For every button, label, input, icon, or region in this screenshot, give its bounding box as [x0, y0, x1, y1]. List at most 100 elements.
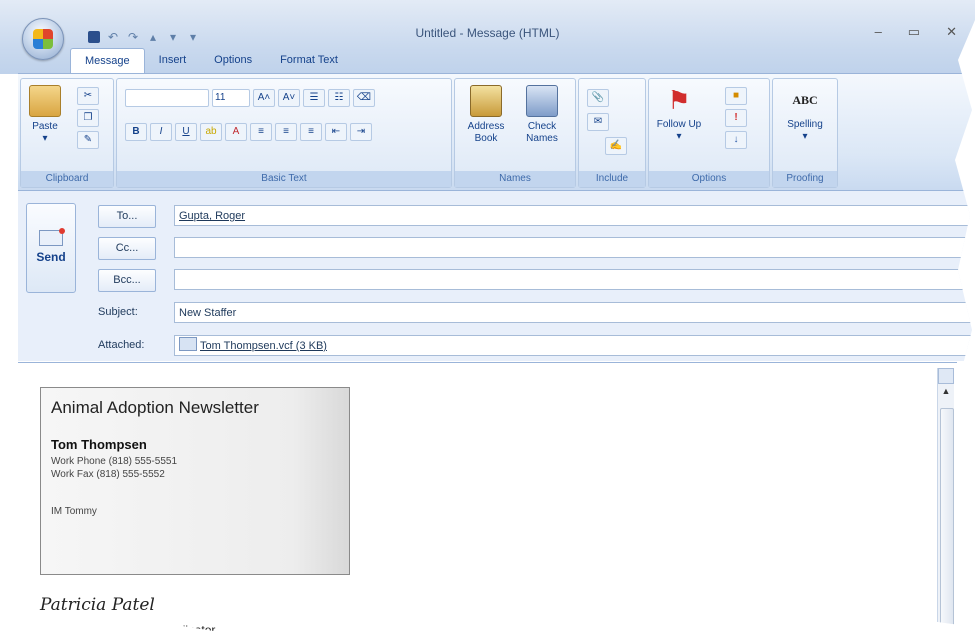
format-row: B I U ab A ≡ ≡ ≡ ⇤ ⇥	[125, 123, 372, 141]
clipboard-small-buttons: ✂ ❐ ✎	[77, 87, 99, 149]
undo-icon[interactable]: ↶	[106, 30, 120, 44]
ribbon-tabs: Message Insert Options Format Text	[70, 48, 352, 73]
card-work-fax: Work Fax (818) 555-5552	[51, 469, 165, 480]
options-small-buttons: ■ ! ↓	[725, 87, 747, 149]
check-names-button[interactable]: Check Names	[517, 85, 567, 145]
customize-toolbar-icon[interactable]: ▾	[186, 30, 200, 44]
grow-font-icon[interactable]: A˄	[253, 89, 275, 107]
include-buttons: 📎 ✉ ✍	[587, 89, 627, 155]
message-body[interactable]: Animal Adoption Newsletter Tom Thompsen …	[18, 362, 957, 640]
signature-title: Assistant Production Coordinator	[40, 623, 216, 637]
tab-insert[interactable]: Insert	[145, 48, 201, 72]
align-center-icon[interactable]: ≡	[275, 123, 297, 141]
proofing-group-label: Proofing	[773, 171, 837, 187]
high-importance-icon[interactable]: !	[725, 109, 747, 127]
attached-field: Tom Thompsen.vcf (3 KB)	[174, 335, 975, 356]
ribbon: Paste▾ ✂ ❐ ✎ Clipboard 11 A˄ A˅ ☰ ☷ ⌫ B	[18, 73, 975, 190]
tab-format-text[interactable]: Format Text	[266, 48, 352, 72]
italic-icon[interactable]: I	[150, 123, 172, 141]
up-arrow-icon[interactable]: ▴	[146, 30, 160, 44]
group-basic-text: 11 A˄ A˅ ☰ ☷ ⌫ B I U ab A ≡ ≡ ≡ ⇤ ⇥ Basi…	[116, 78, 452, 188]
increase-indent-icon[interactable]: ⇥	[350, 123, 372, 141]
highlight-icon[interactable]: ab	[200, 123, 222, 141]
font-name-dropdown[interactable]	[125, 89, 209, 107]
scroll-thumb[interactable]	[940, 408, 954, 630]
bold-icon[interactable]: B	[125, 123, 147, 141]
spelling-button[interactable]: ABC Spelling ▾	[779, 85, 831, 143]
card-work-phone: Work Phone (818) 555-5551	[51, 456, 178, 467]
vertical-scrollbar[interactable]: ▲	[937, 368, 954, 640]
attachment-link[interactable]: Tom Thompsen.vcf (3 KB)	[200, 340, 327, 352]
names-group-label: Names	[455, 171, 575, 187]
paste-label: Paste	[32, 121, 58, 132]
scroll-up-icon[interactable]: ▲	[938, 386, 954, 400]
to-recipient[interactable]: Gupta, Roger	[179, 210, 245, 222]
decrease-indent-icon[interactable]: ⇤	[325, 123, 347, 141]
paste-icon	[29, 85, 61, 117]
to-field[interactable]: Gupta, Roger	[174, 205, 975, 226]
check-names-label: Check Names	[526, 121, 558, 144]
copy-icon[interactable]: ❐	[77, 109, 99, 127]
low-importance-icon[interactable]: ↓	[725, 131, 747, 149]
subject-field[interactable]: New Staffer	[174, 302, 975, 323]
window-controls: – ▭ ✕	[875, 24, 957, 40]
minimize-icon[interactable]: –	[875, 24, 882, 40]
message-header: Send To... Gupta, Roger Cc... Bcc... Sub…	[18, 190, 975, 361]
follow-up-label: Follow Up	[656, 119, 702, 130]
bcc-field[interactable]	[174, 269, 975, 290]
tab-options[interactable]: Options	[200, 48, 266, 72]
address-book-label: Address Book	[467, 121, 505, 144]
attach-file-icon[interactable]: 📎	[587, 89, 609, 107]
send-button[interactable]: Send	[26, 203, 76, 293]
group-options: ⚑ Follow Up ▾ ■ ! ↓ Options	[648, 78, 770, 188]
shrink-font-icon[interactable]: A˅	[278, 89, 300, 107]
align-left-icon[interactable]: ≡	[250, 123, 272, 141]
address-book-button[interactable]: Address Book	[461, 85, 511, 145]
close-icon[interactable]: ✕	[946, 24, 957, 40]
numbering-icon[interactable]: ☷	[328, 89, 350, 107]
format-painter-icon[interactable]: ✎	[77, 131, 99, 149]
office-logo-icon	[33, 29, 53, 49]
vcard-file-icon	[179, 337, 197, 351]
office-button[interactable]	[22, 18, 64, 60]
paste-button[interactable]: Paste ▾	[25, 85, 65, 145]
basic-text-group-label: Basic Text	[117, 171, 451, 187]
font-row: 11 A˄ A˅ ☰ ☷ ⌫	[125, 89, 375, 107]
outlook-message-window: Untitled - Message (HTML) ↶ ↷ ▴ ▾ ▾ – ▭ …	[0, 0, 975, 640]
bcc-button[interactable]: Bcc...	[98, 269, 156, 292]
save-icon[interactable]	[88, 31, 100, 43]
check-names-icon	[526, 85, 558, 117]
clipboard-group-label: Clipboard	[21, 171, 113, 187]
attached-label: Attached:	[98, 339, 145, 351]
business-card: Animal Adoption Newsletter Tom Thompsen …	[40, 387, 350, 575]
signature-name: Patricia Patel	[40, 595, 155, 615]
card-name: Tom Thompsen	[51, 437, 147, 452]
font-color-icon[interactable]: A	[225, 123, 247, 141]
clear-format-icon[interactable]: ⌫	[353, 89, 375, 107]
maximize-icon[interactable]: ▭	[908, 24, 920, 40]
underline-icon[interactable]: U	[175, 123, 197, 141]
to-button[interactable]: To...	[98, 205, 156, 228]
ruler-icon[interactable]	[938, 368, 954, 384]
font-size-dropdown[interactable]: 11	[212, 89, 250, 107]
send-label: Send	[36, 250, 66, 264]
flag-icon: ⚑	[667, 85, 691, 115]
categorize-icon[interactable]: ■	[725, 87, 747, 105]
down-arrow-icon[interactable]: ▾	[166, 30, 180, 44]
align-right-icon[interactable]: ≡	[300, 123, 322, 141]
attach-item-icon[interactable]: ✉	[587, 113, 609, 131]
cc-field[interactable]	[174, 237, 975, 258]
group-proofing: ABC Spelling ▾ Proofing	[772, 78, 838, 188]
signature-icon[interactable]: ✍	[605, 137, 627, 155]
follow-up-button[interactable]: ⚑ Follow Up ▾	[655, 85, 703, 143]
cc-button[interactable]: Cc...	[98, 237, 156, 260]
options-group-label: Options	[649, 171, 769, 187]
group-include: 📎 ✉ ✍ Include	[578, 78, 646, 188]
spelling-icon: ABC	[792, 93, 818, 107]
address-book-icon	[470, 85, 502, 117]
cut-icon[interactable]: ✂	[77, 87, 99, 105]
tab-message[interactable]: Message	[70, 48, 145, 73]
group-names: Address Book Check Names Names	[454, 78, 576, 188]
redo-icon[interactable]: ↷	[126, 30, 140, 44]
bullets-icon[interactable]: ☰	[303, 89, 325, 107]
